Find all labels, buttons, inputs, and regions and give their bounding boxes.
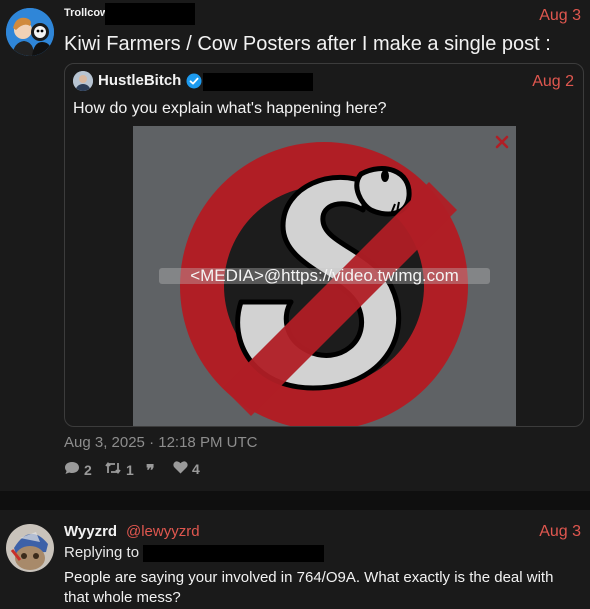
quoted-post-date[interactable]: Aug 2 xyxy=(532,73,574,91)
reply-icon xyxy=(64,461,80,478)
replying-to-label: Replying to xyxy=(64,544,140,561)
verified-icon xyxy=(186,73,202,89)
reply-button[interactable]: 2 xyxy=(64,461,92,478)
like-count: 4 xyxy=(192,461,200,477)
quoted-post-text: How do you explain what's happening here… xyxy=(73,100,387,117)
heart-icon xyxy=(173,461,188,477)
retweet-button[interactable]: 1 xyxy=(104,461,134,478)
avatar-wyyzrd[interactable] xyxy=(6,524,54,572)
post-wyyzrd[interactable]: Wyyzrd @lewyyzrd Aug 3 Replying to Peopl… xyxy=(0,510,590,609)
reply-count: 2 xyxy=(84,461,92,478)
retweet-count: 1 xyxy=(126,461,134,478)
author-handle[interactable]: @lewyyzrd xyxy=(126,523,200,540)
redacted-reply-target xyxy=(143,545,324,562)
retweet-icon xyxy=(104,461,122,478)
post-text-line1: People are saying your involved in 764/O… xyxy=(64,569,554,586)
quote-button[interactable]: ❞ xyxy=(146,461,155,480)
quote-icon: ❞ xyxy=(146,461,155,480)
redacted-handle xyxy=(203,73,313,91)
close-icon[interactable] xyxy=(495,135,509,149)
like-button[interactable]: 4 xyxy=(173,461,200,477)
post-trollcow[interactable]: Trollcow Aug 3 Kiwi Farmers / Cow Poster… xyxy=(0,0,590,491)
post-text-line2: that whole mess? xyxy=(64,589,181,606)
author-name[interactable]: Trollcow xyxy=(64,7,109,19)
quoted-author-name[interactable]: HustleBitch xyxy=(98,72,181,89)
post-text: Kiwi Farmers / Cow Posters after I make … xyxy=(64,33,551,55)
post-date[interactable]: Aug 3 xyxy=(539,7,581,25)
avatar-hustlebitch[interactable] xyxy=(73,71,93,91)
redacted-handle xyxy=(105,3,195,25)
media-url-label[interactable]: <MEDIA>@https://video.twimg.com xyxy=(159,267,490,284)
post-date[interactable]: Aug 3 xyxy=(539,523,581,541)
author-name[interactable]: Wyyzrd xyxy=(64,523,117,540)
avatar-trollcow[interactable] xyxy=(6,8,54,56)
post-timestamp[interactable]: Aug 3, 2025 · 12:18 PM UTC xyxy=(64,434,257,451)
